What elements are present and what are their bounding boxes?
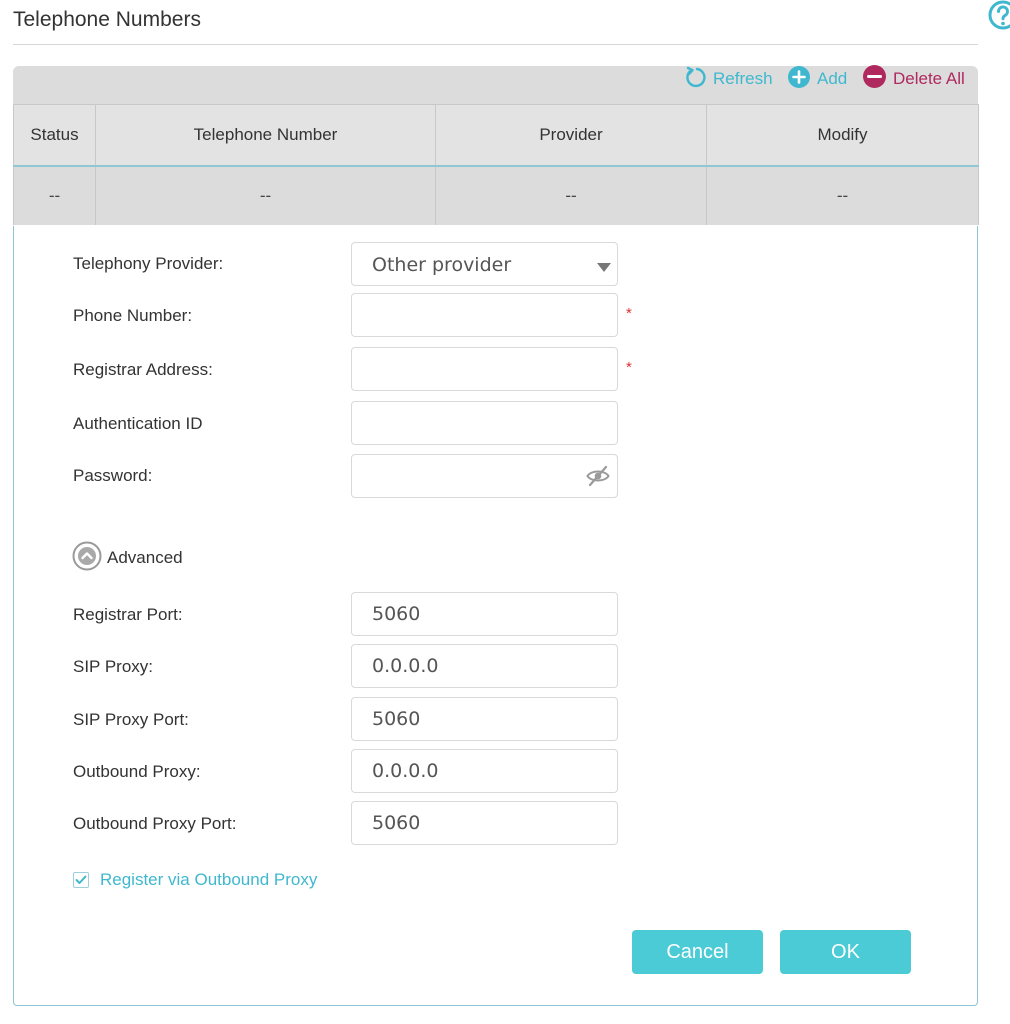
- refresh-label: Refresh: [713, 69, 773, 88]
- register-via-outbound-proxy-checkbox[interactable]: Register via Outbound Proxy: [73, 870, 317, 890]
- delete-all-label: Delete All: [893, 69, 965, 88]
- registrar-port-input[interactable]: [351, 592, 618, 636]
- registrar-address-label: Registrar Address:: [73, 360, 213, 379]
- telephone-numbers-table: Status Telephone Number Provider Modify …: [13, 104, 979, 225]
- chevron-up-circle-icon: [72, 541, 107, 576]
- sip-proxy-port-input[interactable]: [351, 697, 618, 741]
- telephony-provider-label: Telephony Provider:: [73, 254, 224, 273]
- table-cell: --: [13, 166, 96, 225]
- column-header-modify: Modify: [706, 104, 979, 167]
- telephony-provider-value: Other provider: [372, 254, 512, 276]
- help-icon[interactable]: [986, 0, 1010, 34]
- refresh-icon: [683, 65, 713, 94]
- sip-proxy-label: SIP Proxy:: [73, 657, 153, 676]
- outbound-proxy-label: Outbound Proxy:: [73, 762, 201, 781]
- sip-proxy-input[interactable]: [351, 644, 618, 688]
- password-label: Password:: [73, 466, 153, 485]
- registrar-address-input[interactable]: [351, 347, 618, 391]
- authentication-id-label: Authentication ID: [73, 414, 203, 433]
- title-divider: [13, 44, 978, 45]
- advanced-toggle[interactable]: Advanced: [72, 541, 183, 576]
- checkbox-box[interactable]: [73, 872, 89, 888]
- phone-number-label: Phone Number:: [73, 306, 193, 325]
- outbound-proxy-port-input[interactable]: [351, 801, 618, 845]
- delete-all-button[interactable]: Delete All: [862, 64, 965, 94]
- column-header-provider[interactable]: Provider: [435, 104, 707, 167]
- advanced-label: Advanced: [107, 548, 183, 567]
- password-input[interactable]: [351, 454, 618, 498]
- refresh-button[interactable]: Refresh: [683, 66, 773, 92]
- telephony-provider-select[interactable]: Other provider: [351, 242, 618, 286]
- sip-proxy-port-label: SIP Proxy Port:: [73, 710, 189, 729]
- required-asterisk: *: [626, 305, 632, 322]
- plus-circle-icon: [787, 65, 817, 94]
- table-row[interactable]: -- -- -- --: [13, 166, 979, 225]
- authentication-id-input[interactable]: [351, 401, 618, 445]
- table-header-row: Status Telephone Number Provider Modify: [13, 104, 979, 167]
- table-cell: --: [95, 166, 436, 225]
- column-header-telephone-number[interactable]: Telephone Number: [95, 104, 436, 167]
- caret-down-icon: [597, 260, 611, 278]
- required-asterisk: *: [626, 359, 632, 376]
- column-header-status[interactable]: Status: [13, 104, 96, 167]
- add-button[interactable]: Add: [787, 65, 848, 94]
- register-via-outbound-proxy-label: Register via Outbound Proxy: [100, 870, 318, 889]
- minus-circle-icon: [862, 64, 893, 94]
- add-label: Add: [817, 69, 848, 88]
- table-cell: --: [435, 166, 707, 225]
- table-cell: --: [706, 166, 979, 225]
- phone-number-input[interactable]: [351, 293, 618, 337]
- registrar-port-label: Registrar Port:: [73, 605, 183, 624]
- cancel-button[interactable]: Cancel: [632, 930, 763, 974]
- page-title: Telephone Numbers: [13, 8, 201, 31]
- outbound-proxy-input[interactable]: [351, 749, 618, 793]
- outbound-proxy-port-label: Outbound Proxy Port:: [73, 814, 237, 833]
- eye-slash-icon[interactable]: [586, 465, 610, 492]
- ok-button[interactable]: OK: [780, 930, 911, 974]
- checkmark-icon: [75, 870, 87, 890]
